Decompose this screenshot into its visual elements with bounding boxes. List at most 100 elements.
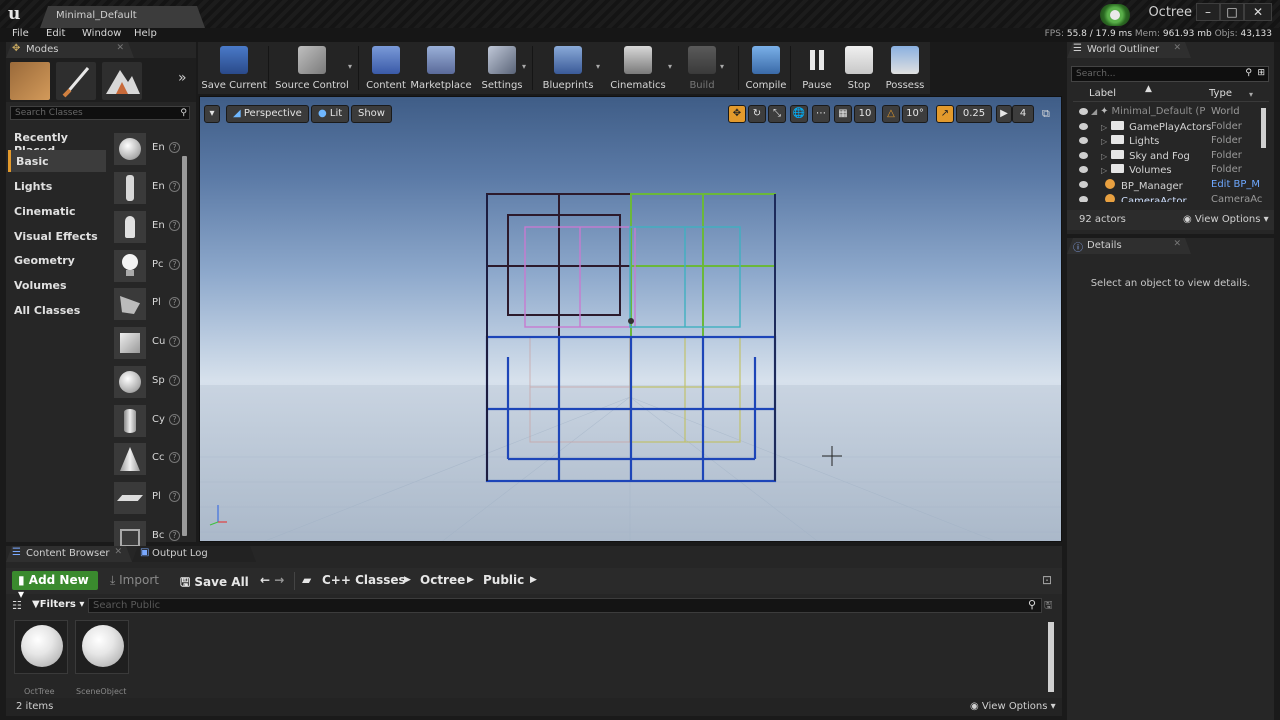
grid-snap-icon[interactable]: ▦ bbox=[834, 105, 852, 123]
back-arrow-icon[interactable]: ← bbox=[260, 573, 270, 587]
class-item[interactable]: Pc? bbox=[112, 248, 188, 284]
rotation-snap-value[interactable]: 10° bbox=[902, 105, 928, 123]
camera-speed-icon[interactable]: ▶ bbox=[996, 105, 1012, 123]
lock-icon[interactable]: ⊡ bbox=[1042, 573, 1052, 587]
help-icon[interactable]: ? bbox=[169, 259, 180, 270]
toolbar-save-current-button[interactable]: Save Current bbox=[200, 46, 268, 94]
visibility-eye-icon[interactable] bbox=[1079, 108, 1088, 115]
dropdown-arrow-icon[interactable]: ▾ bbox=[596, 62, 600, 71]
help-icon[interactable]: ? bbox=[169, 375, 180, 386]
menu-window[interactable]: Window bbox=[82, 28, 121, 39]
menu-file[interactable]: File bbox=[12, 28, 29, 39]
document-tab[interactable]: Minimal_Default bbox=[40, 6, 205, 28]
toolbar-pause-button[interactable]: Pause bbox=[798, 46, 836, 94]
expand-arrow-icon[interactable]: ▷ bbox=[1101, 152, 1107, 161]
class-item[interactable]: En? bbox=[112, 170, 188, 206]
outliner-col-label[interactable]: Label bbox=[1089, 88, 1116, 99]
search-public-input[interactable]: Search Public bbox=[88, 598, 1042, 613]
asset-sceneobject[interactable] bbox=[75, 620, 129, 674]
import-button[interactable]: ⤓ Import bbox=[110, 573, 159, 588]
rotation-snap-icon[interactable]: △ bbox=[882, 105, 900, 123]
help-icon[interactable]: ? bbox=[169, 297, 180, 308]
menu-edit[interactable]: Edit bbox=[46, 28, 65, 39]
close-icon[interactable]: ✕ bbox=[116, 43, 124, 53]
filters-button[interactable]: ▼Filters ▾ bbox=[32, 599, 84, 610]
maximize-viewport-icon[interactable]: ⧉ bbox=[1042, 107, 1050, 121]
help-icon[interactable]: ? bbox=[169, 220, 180, 231]
dropdown-arrow-icon[interactable]: ▾ bbox=[668, 62, 672, 71]
paint-mode-icon[interactable] bbox=[56, 62, 96, 100]
close-icon[interactable]: ✕ bbox=[114, 547, 122, 557]
grid-snap-value[interactable]: 10 bbox=[854, 105, 876, 123]
class-item[interactable]: Pl? bbox=[112, 480, 188, 516]
expand-arrow-icon[interactable]: ▷ bbox=[1101, 137, 1107, 146]
outliner-col-type[interactable]: Type bbox=[1209, 88, 1232, 99]
maximize-button[interactable]: □ bbox=[1220, 3, 1244, 21]
toolbar-blueprints-button[interactable]: Blueprints bbox=[538, 46, 598, 94]
help-icon[interactable]: ? bbox=[169, 491, 180, 502]
content-view-options[interactable]: ◉ View Options ▾ bbox=[970, 701, 1056, 712]
visibility-eye-icon[interactable] bbox=[1079, 151, 1088, 159]
save-search-icon[interactable]: 🖫 bbox=[1044, 598, 1053, 615]
outliner-row[interactable]: ▷ GamePlayActors Folder bbox=[1071, 120, 1267, 136]
collapse-arrow-icon[interactable]: ◢ bbox=[1091, 107, 1097, 116]
close-button[interactable]: ✕ bbox=[1244, 3, 1272, 21]
dropdown-arrow-icon[interactable]: ▾ bbox=[522, 62, 526, 71]
help-icon[interactable]: ? bbox=[169, 336, 180, 347]
category-recently-placed[interactable]: Recently Placed bbox=[8, 126, 106, 157]
breadcrumb-cpp-classes[interactable]: C++ Classes bbox=[322, 573, 406, 587]
category-geometry[interactable]: Geometry bbox=[8, 249, 106, 271]
help-icon[interactable]: ? bbox=[169, 530, 180, 541]
category-cinematic[interactable]: Cinematic bbox=[8, 200, 106, 222]
visibility-eye-icon[interactable] bbox=[1079, 166, 1088, 174]
toolbar-cinematics-button[interactable]: Cinematics bbox=[606, 46, 670, 94]
toolbar-settings-button[interactable]: Settings bbox=[480, 46, 524, 94]
outliner-view-options[interactable]: ◉ View Options ▾ bbox=[1183, 214, 1269, 225]
outliner-row[interactable]: ▷ Sky and Fog Folder bbox=[1071, 149, 1267, 165]
folder-icon[interactable]: ▰ bbox=[302, 573, 311, 587]
outliner-scrollbar[interactable] bbox=[1261, 108, 1266, 148]
toolbar-source-control-button[interactable]: Source Control bbox=[274, 46, 350, 94]
toolbar-marketplace-button[interactable]: Marketplace bbox=[410, 46, 472, 94]
toolbar-compile-button[interactable]: Compile bbox=[744, 46, 788, 94]
chevron-right-icon[interactable]: » bbox=[178, 70, 187, 86]
visibility-eye-icon[interactable] bbox=[1079, 195, 1088, 202]
rotate-tool-icon[interactable]: ↻ bbox=[748, 105, 766, 123]
show-button[interactable]: Show bbox=[351, 105, 392, 123]
category-basic[interactable]: Basic bbox=[8, 150, 106, 172]
details-tab[interactable]: ⓘ Details ✕ bbox=[1067, 238, 1191, 254]
breadcrumb-arrow-icon[interactable]: ▶ bbox=[404, 575, 411, 585]
category-volumes[interactable]: Volumes bbox=[8, 274, 106, 296]
camera-speed-value[interactable]: 4 bbox=[1012, 105, 1034, 123]
toolbar-content-button[interactable]: Content bbox=[364, 46, 408, 94]
output-log-tab[interactable]: ▣ Output Log bbox=[132, 546, 256, 562]
expand-arrow-icon[interactable]: ▷ bbox=[1101, 123, 1107, 132]
translate-tool-icon[interactable]: ✥ bbox=[728, 105, 746, 123]
class-item[interactable]: En? bbox=[112, 131, 188, 167]
sources-toggle-icon[interactable]: ☷ bbox=[12, 599, 22, 612]
level-viewport[interactable]: ▾ ◢ Perspective ● Lit Show ✥ ↻ ⤡ 🌐 ⋯ ▦ 1… bbox=[199, 96, 1062, 542]
asset-scrollbar[interactable] bbox=[1048, 622, 1054, 692]
modes-tab[interactable]: ✥ Modes ✕ bbox=[6, 42, 134, 58]
add-folder-icon[interactable]: ⊞ bbox=[1257, 68, 1265, 78]
dropdown-arrow-icon[interactable]: ▾ bbox=[720, 62, 724, 71]
outliner-row[interactable]: BP_Manager Edit BP_M bbox=[1071, 179, 1267, 194]
breadcrumb-public[interactable]: Public bbox=[483, 573, 524, 587]
class-item[interactable]: Cu? bbox=[112, 325, 188, 361]
content-browser-tab[interactable]: ☰ Content Browser ✕ bbox=[6, 546, 132, 562]
breadcrumb-octree[interactable]: Octree bbox=[420, 573, 465, 587]
perspective-button[interactable]: ◢ Perspective bbox=[226, 105, 309, 123]
outliner-row[interactable]: CameraActor CameraAc bbox=[1071, 193, 1267, 202]
world-space-icon[interactable]: 🌐 bbox=[790, 105, 808, 123]
help-icon[interactable]: ? bbox=[169, 452, 180, 463]
minimize-button[interactable]: – bbox=[1196, 3, 1220, 21]
category-visual-effects[interactable]: Visual Effects bbox=[8, 225, 106, 247]
outliner-search-input[interactable]: Search... ⚲ ⊞ bbox=[1071, 66, 1269, 82]
class-item[interactable]: Pl? bbox=[112, 286, 188, 322]
help-icon[interactable]: ? bbox=[169, 414, 180, 425]
toolbar-possess-button[interactable]: Possess bbox=[882, 46, 928, 94]
forward-arrow-icon[interactable]: → bbox=[274, 573, 284, 587]
surface-snap-icon[interactable]: ⋯ bbox=[812, 105, 830, 123]
expand-arrow-icon[interactable]: ▷ bbox=[1101, 166, 1107, 175]
help-icon[interactable]: ? bbox=[169, 142, 180, 153]
